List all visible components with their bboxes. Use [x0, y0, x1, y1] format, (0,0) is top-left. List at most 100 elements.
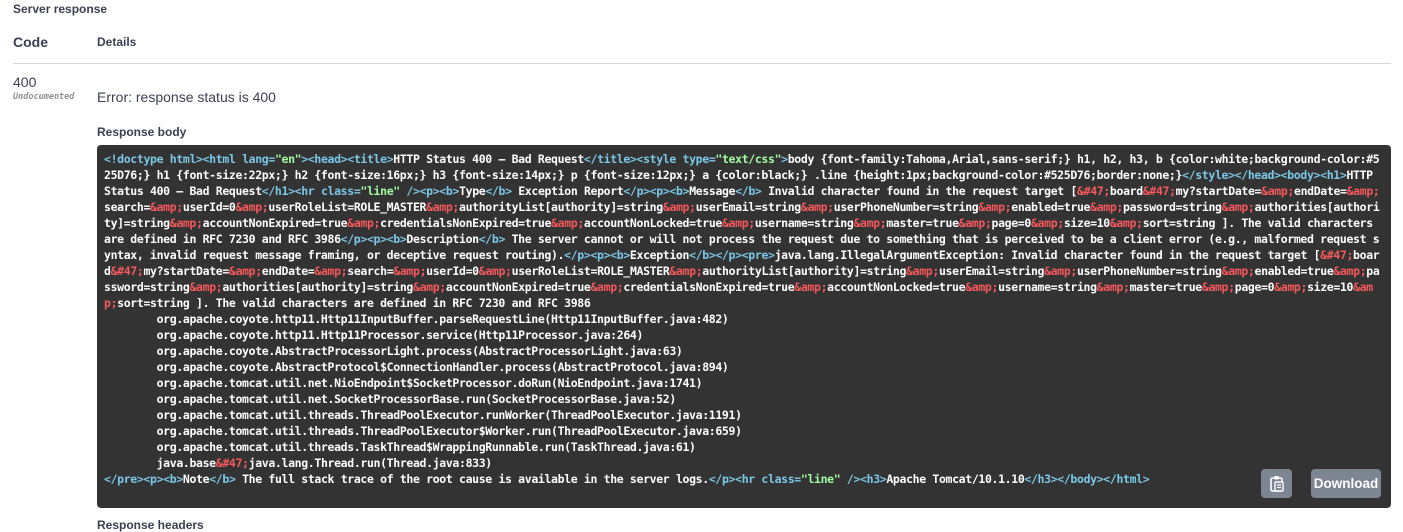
code-token: >	[301, 152, 308, 166]
code-token: />	[399, 184, 420, 198]
code-token: class=	[320, 184, 361, 198]
code-token: <body>	[1280, 168, 1321, 182]
code-token: &amp;	[1274, 280, 1308, 294]
code-token: &amp;	[1261, 184, 1295, 198]
code-token: &amp;	[965, 280, 999, 294]
code-token: HTTP Status 400 – Bad Request	[393, 152, 584, 166]
code-token: &amp;	[1333, 264, 1367, 278]
code-token: authorityList[authority]=string	[459, 200, 663, 214]
code-token: <b>	[610, 248, 630, 262]
code-token: &#47;	[215, 456, 249, 470]
download-button[interactable]: Download	[1311, 469, 1381, 498]
response-headers-label: Response headers	[97, 518, 204, 532]
code-token: &amp;	[800, 200, 834, 214]
code-token: &amp;	[721, 216, 755, 230]
code-token: Description	[406, 232, 479, 246]
code-token: lang=	[242, 152, 275, 166]
code-token: </b>	[485, 184, 512, 198]
code-token: &amp;	[794, 280, 828, 294]
code-token: &amp;	[150, 200, 183, 214]
code-token: username=string	[754, 216, 854, 230]
code-token: </title>	[583, 152, 637, 166]
code-token: accountNonExpired=true	[445, 280, 591, 294]
code-token: &amp;	[314, 264, 348, 278]
code-token: size=10	[1307, 280, 1354, 294]
code-token: &amp;	[1221, 264, 1255, 278]
code-token: &amp;	[853, 216, 887, 230]
copy-to-clipboard-button[interactable]	[1261, 469, 1292, 498]
code-token: password=string	[1123, 200, 1222, 214]
code-token: </p>	[340, 232, 368, 246]
code-token: search=	[347, 264, 394, 278]
code-token: The full stack trace of the root cause i…	[235, 472, 709, 486]
code-token: &amp;	[1030, 216, 1064, 230]
response-body-code-block[interactable]: <!doctype html><html lang="en"><head><ti…	[97, 145, 1391, 508]
code-token: <style	[636, 152, 683, 166]
code-token: </b>	[735, 184, 762, 198]
code-token: "text/css"	[715, 152, 782, 166]
code-token: userPhoneNumber=string	[1077, 264, 1222, 278]
code-token: &#47;	[1142, 184, 1176, 198]
code-token: <hr	[294, 184, 321, 198]
code-token: &amp;	[1090, 200, 1124, 214]
code-token: enabled=true	[1254, 264, 1334, 278]
header-divider	[13, 63, 1391, 64]
code-token: &#47;	[1320, 248, 1354, 262]
error-message: Error: response status is 400	[97, 89, 276, 105]
code-token: endDate=	[1294, 184, 1347, 198]
code-token: &amp;	[1346, 184, 1380, 198]
code-token: <b>	[669, 184, 690, 198]
code-token: />	[840, 472, 861, 486]
code-token: page=0	[991, 216, 1032, 230]
code-token: &amp;	[551, 216, 584, 230]
code-token: &amp;	[978, 200, 1012, 214]
code-token: java.lang.IllegalArgumentException: Inva…	[774, 248, 1321, 262]
undocumented-label: Undocumented	[13, 92, 75, 102]
server-response-title: Server response	[13, 2, 108, 16]
code-token: </h1>	[261, 184, 295, 198]
code-token: </head>	[1234, 168, 1281, 182]
code-token: </h3>	[1024, 472, 1058, 486]
code-token: </p>	[708, 472, 736, 486]
code-token: class=	[761, 472, 801, 486]
code-token: &amp;	[1221, 200, 1255, 214]
code-token: my?startDate=	[1175, 184, 1262, 198]
code-token: my?startDate=	[143, 264, 229, 278]
code-token: userRoleList=ROLE_MASTER	[268, 200, 427, 214]
code-token: <html	[202, 152, 243, 166]
code-token: type=	[682, 152, 716, 166]
code-token: &amp;	[906, 264, 939, 278]
code-token: Note	[182, 472, 210, 486]
code-token: userPhoneNumber=string	[833, 200, 979, 214]
code-token: &amp;	[1109, 216, 1143, 230]
code-token: &amp;	[235, 200, 269, 214]
code-token: &amp;	[189, 280, 223, 294]
code-token: </p>	[715, 248, 742, 262]
code-token: &#47;	[1077, 184, 1110, 198]
code-token: </p>	[623, 184, 650, 198]
code-token: Type	[459, 184, 486, 198]
response-body-text[interactable]: <!doctype html><html lang="en"><head><ti…	[104, 151, 1384, 487]
code-token: search=	[104, 200, 151, 214]
code-token: master=true	[886, 216, 959, 230]
code-token: accountNonExpired=true	[202, 216, 348, 230]
code-token: &amp;	[590, 280, 624, 294]
code-token: >	[781, 152, 788, 166]
code-token: Exception	[629, 248, 690, 262]
code-token: "line"	[360, 184, 400, 198]
code-token: </html>	[1103, 472, 1150, 486]
code-token: userRoleList=ROLE_MASTER	[511, 264, 670, 278]
column-header-details: Details	[97, 35, 137, 49]
clipboard-icon	[1269, 475, 1284, 492]
code-token: userEmail=string	[938, 264, 1045, 278]
code-token: <hr	[735, 472, 762, 486]
code-token: master=true	[1129, 280, 1203, 294]
code-token: size=10	[1063, 216, 1110, 230]
code-token: <p>	[590, 248, 611, 262]
code-token: <!doctype html>	[104, 152, 203, 166]
code-token: </b>	[209, 472, 236, 486]
code-token: Message	[689, 184, 736, 198]
code-token: <b>	[386, 232, 407, 246]
code-token: credentialsNonExpired=true	[380, 216, 552, 230]
code-token: </style>	[1182, 168, 1235, 182]
